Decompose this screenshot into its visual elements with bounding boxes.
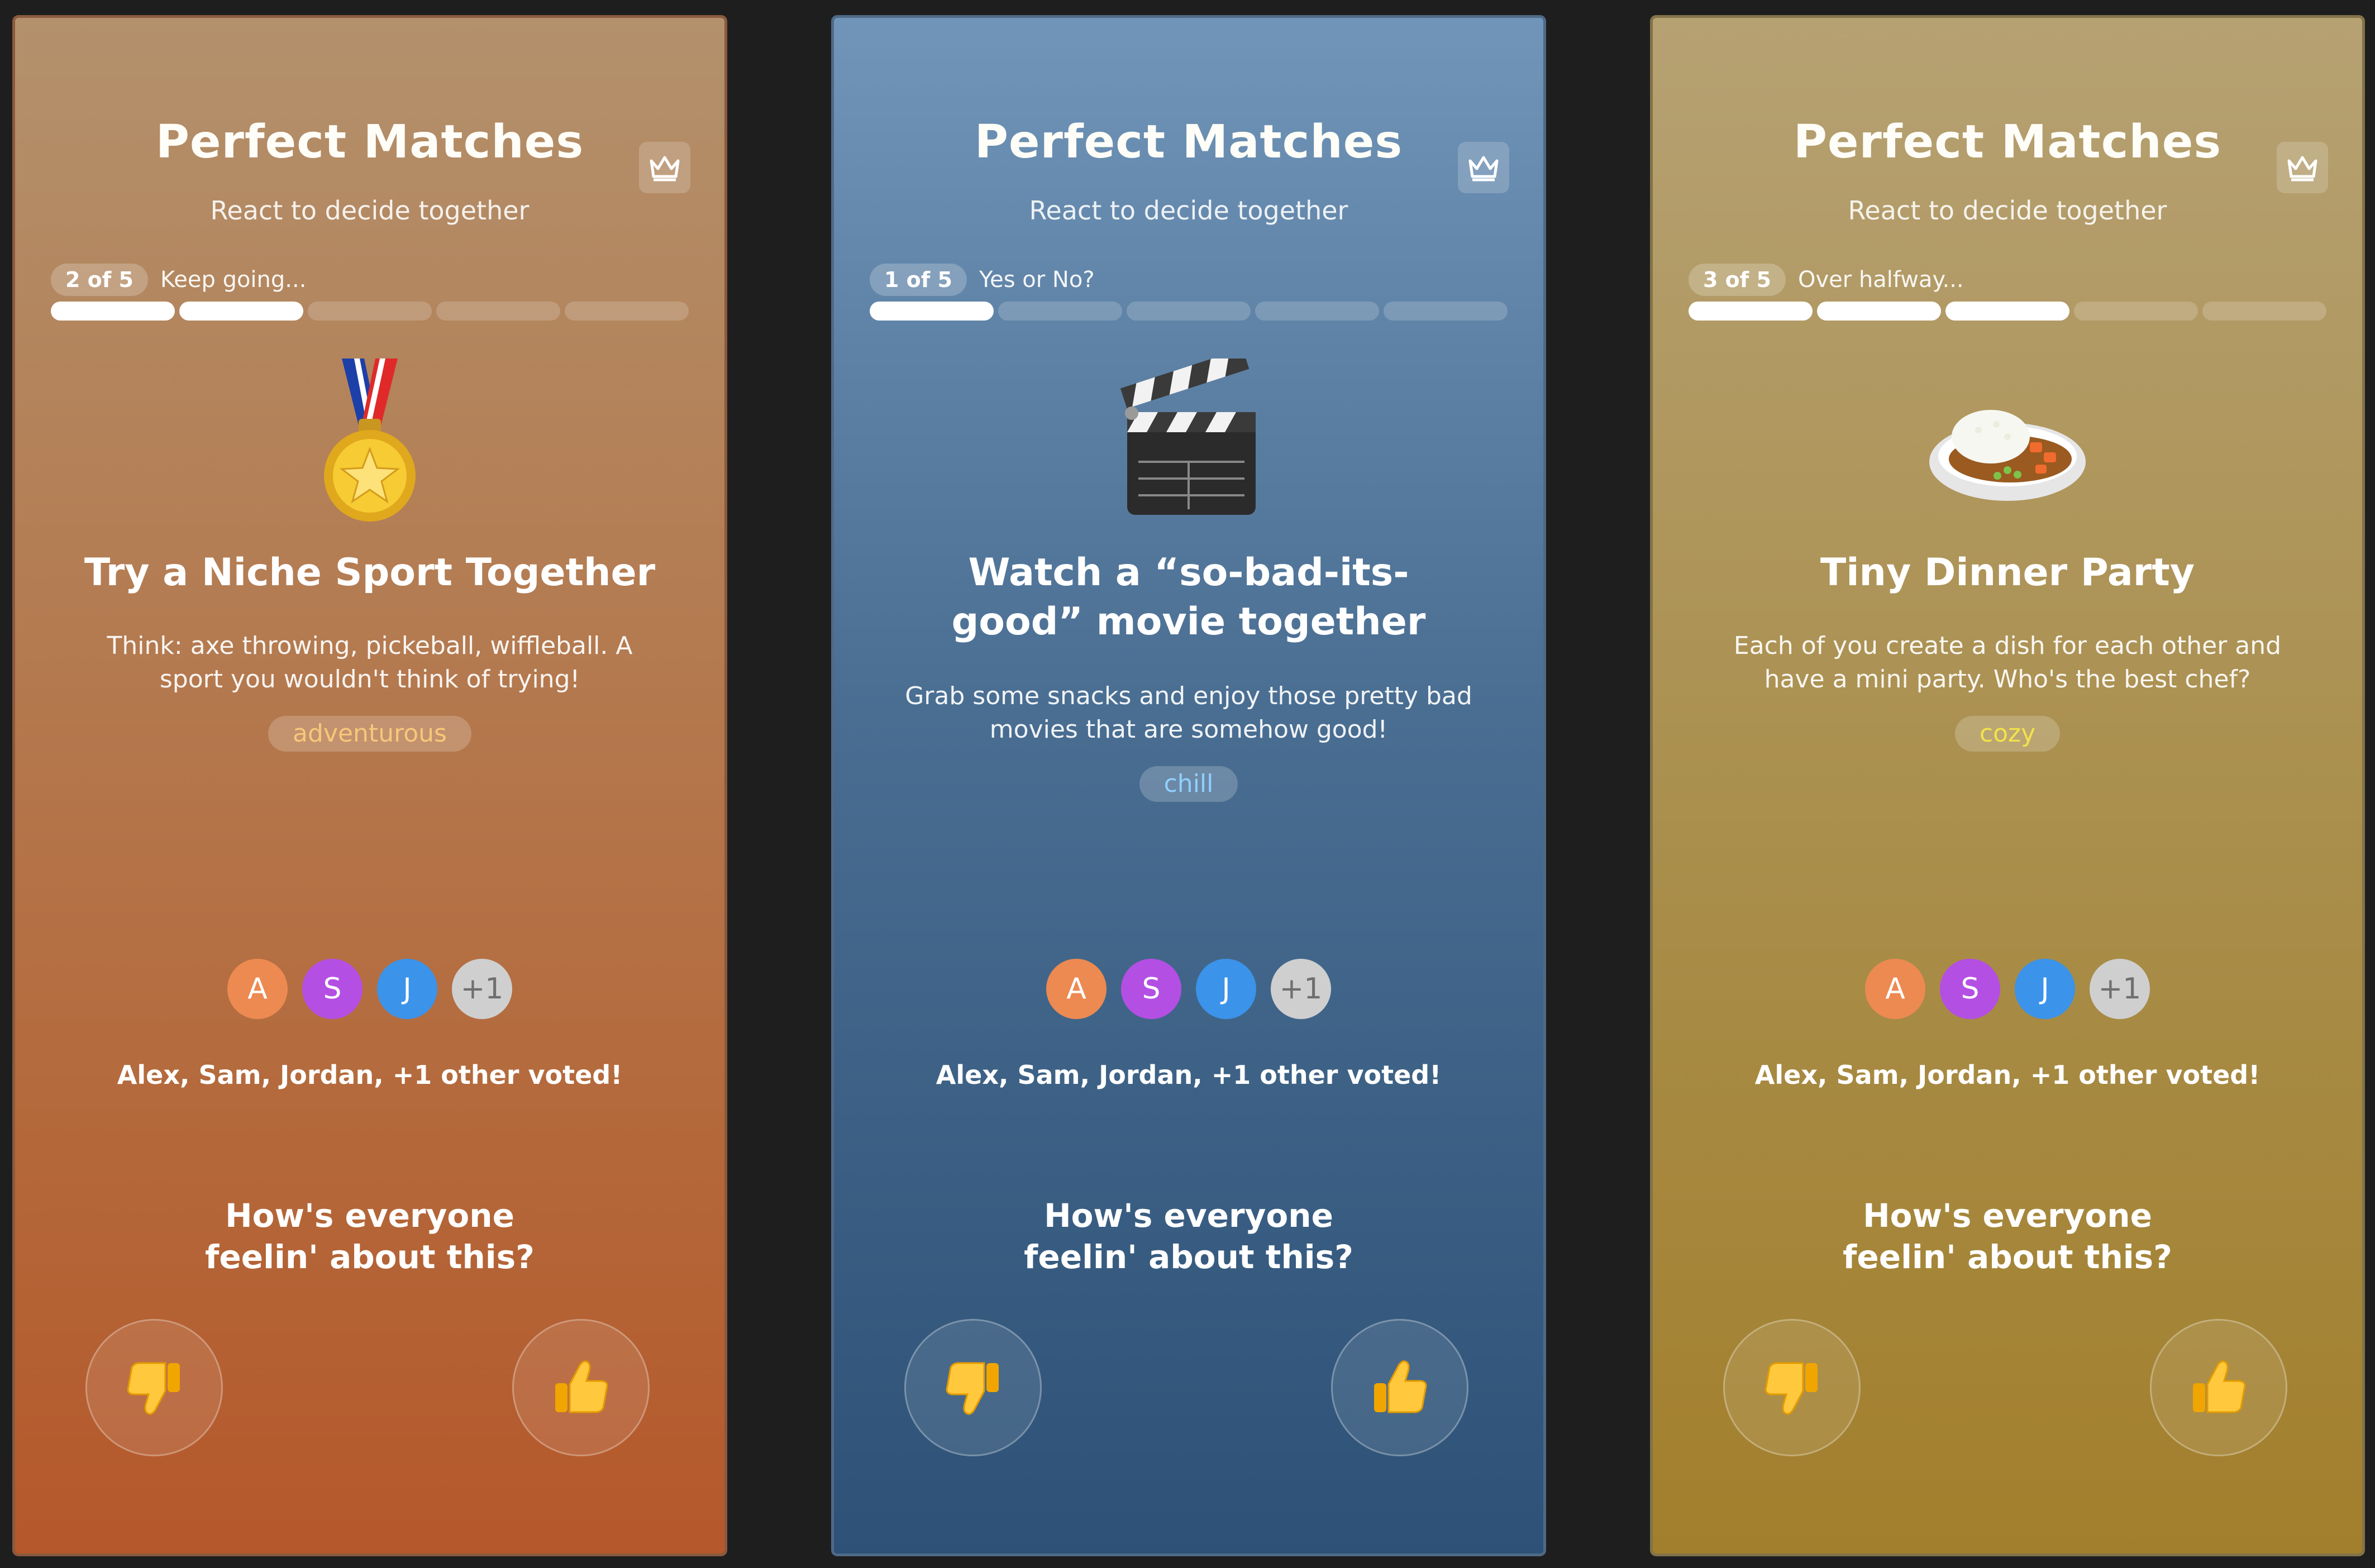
clapperboard-icon [834,358,1543,526]
voter-avatars: A S J +1 [1653,959,2362,1021]
avatar: S [1121,959,1181,1019]
progress-segment-filled [1689,302,1813,321]
thumbs-down-button[interactable] [1723,1319,1861,1456]
thumbs-up-icon [2193,1360,2246,1413]
activity-description: Each of you create a dish for each other… [1733,632,2282,694]
voter-avatars: A S J +1 [15,959,724,1021]
reaction-prompt: How's everyone feelin' about this? [834,1195,1543,1278]
avatar: S [1940,959,2000,1019]
crown-button[interactable] [639,142,690,193]
avatar-overflow-count: +1 [1271,959,1331,1019]
progress-segment-filled [1945,302,2069,321]
thumbs-up-button[interactable] [1331,1319,1468,1456]
prompt-line-1: How's everyone [225,1197,514,1235]
avatar: A [227,959,288,1019]
crown-button[interactable] [1458,142,1509,193]
progress-segment-filled [51,302,175,321]
thumbs-down-button[interactable] [85,1319,223,1456]
vibe-tag: chill [1139,766,1238,802]
progress-bar [51,302,689,321]
thumbs-up-icon [555,1360,608,1413]
voted-summary: Alex, Sam, Jordan, +1 other voted! [1754,1060,2260,1090]
avatar: J [1196,959,1256,1019]
activity-card-sport: Perfect Matches React to decide together… [15,18,724,1553]
avatar: A [1046,959,1107,1019]
progress-segment-empty [436,302,560,321]
thumbs-up-button[interactable] [2150,1319,2287,1456]
vibe-tag: cozy [1954,716,2061,752]
crown-icon [2287,156,2317,181]
card-subtitle: React to decide together [1848,195,2167,226]
voted-summary: Alex, Sam, Jordan, +1 other voted! [117,1060,623,1090]
prompt-line-1: How's everyone [1044,1197,1333,1235]
avatar: J [377,959,437,1019]
voted-summary: Alex, Sam, Jordan, +1 other voted! [936,1060,1442,1090]
thumbs-up-icon [1374,1360,1427,1413]
reaction-prompt: How's everyone feelin' about this? [15,1195,724,1278]
avatar-overflow-count: +1 [452,959,512,1019]
progress-segment-filled [1817,302,1941,321]
curry-rice-icon [1653,358,2362,526]
card-subtitle: React to decide together [210,195,530,226]
activity-heading: Watch a “so-bad-its-good” movie together [951,551,1426,644]
activity-description: Think: axe throwing, pickeball, wiffleba… [107,632,633,694]
thumbs-down-icon [946,1362,999,1415]
thumbs-down-icon [1764,1362,1818,1415]
card-title: Perfect Matches [974,116,1403,169]
voter-avatars: A S J +1 [834,959,1543,1021]
progress-segment-filled [870,302,994,321]
activity-heading: Try a Niche Sport Together [84,551,656,595]
activity-description: Grab some snacks and enjoy those pretty … [905,682,1472,744]
avatar-overflow-count: +1 [2090,959,2150,1019]
avatar: A [1865,959,1925,1019]
thumbs-down-button[interactable] [904,1319,1042,1456]
crown-button[interactable] [2277,142,2328,193]
prompt-line-2: feelin' about this? [1843,1238,2172,1276]
progress-bar [870,302,1508,321]
progress-segment-empty [1255,302,1379,321]
progress-bar [1689,302,2326,321]
tag-row: adventurous [15,716,724,752]
step-status: Keep going... [160,267,307,293]
medal-icon [15,358,724,526]
prompt-line-1: How's everyone [1863,1197,2152,1235]
prompt-line-2: feelin' about this? [1024,1238,1353,1276]
activity-card-movie: Perfect Matches React to decide together… [834,18,1543,1553]
step-status: Yes or No? [979,267,1095,293]
step-counter: 1 of 5 [870,264,967,296]
step-status: Over halfway... [1798,267,1964,293]
progress-segment-empty [998,302,1122,321]
avatar: J [2015,959,2075,1019]
step-counter: 3 of 5 [1689,264,1786,296]
progress-segment-empty [2074,302,2198,321]
reaction-prompt: How's everyone feelin' about this? [1653,1195,2362,1278]
vibe-tag: adventurous [268,716,471,752]
progress-segment-empty [1384,302,1508,321]
activity-heading: Tiny Dinner Party [1820,551,2195,595]
thumbs-down-icon [127,1362,180,1415]
thumbs-up-button[interactable] [512,1319,650,1456]
progress-segment-empty [565,302,689,321]
progress-segment-empty [1127,302,1251,321]
tag-row: cozy [1653,716,2362,752]
tag-row: chill [834,766,1543,802]
step-counter: 2 of 5 [51,264,148,296]
card-subtitle: React to decide together [1029,195,1348,226]
progress-segment-filled [179,302,303,321]
progress-segment-empty [2202,302,2326,321]
crown-icon [650,156,680,181]
card-title: Perfect Matches [1793,116,2222,169]
card-title: Perfect Matches [155,116,584,169]
prompt-line-2: feelin' about this? [205,1238,535,1276]
crown-icon [1468,156,1499,181]
progress-segment-empty [308,302,432,321]
avatar: S [302,959,363,1019]
activity-card-dinner: Perfect Matches React to decide together… [1653,18,2362,1553]
